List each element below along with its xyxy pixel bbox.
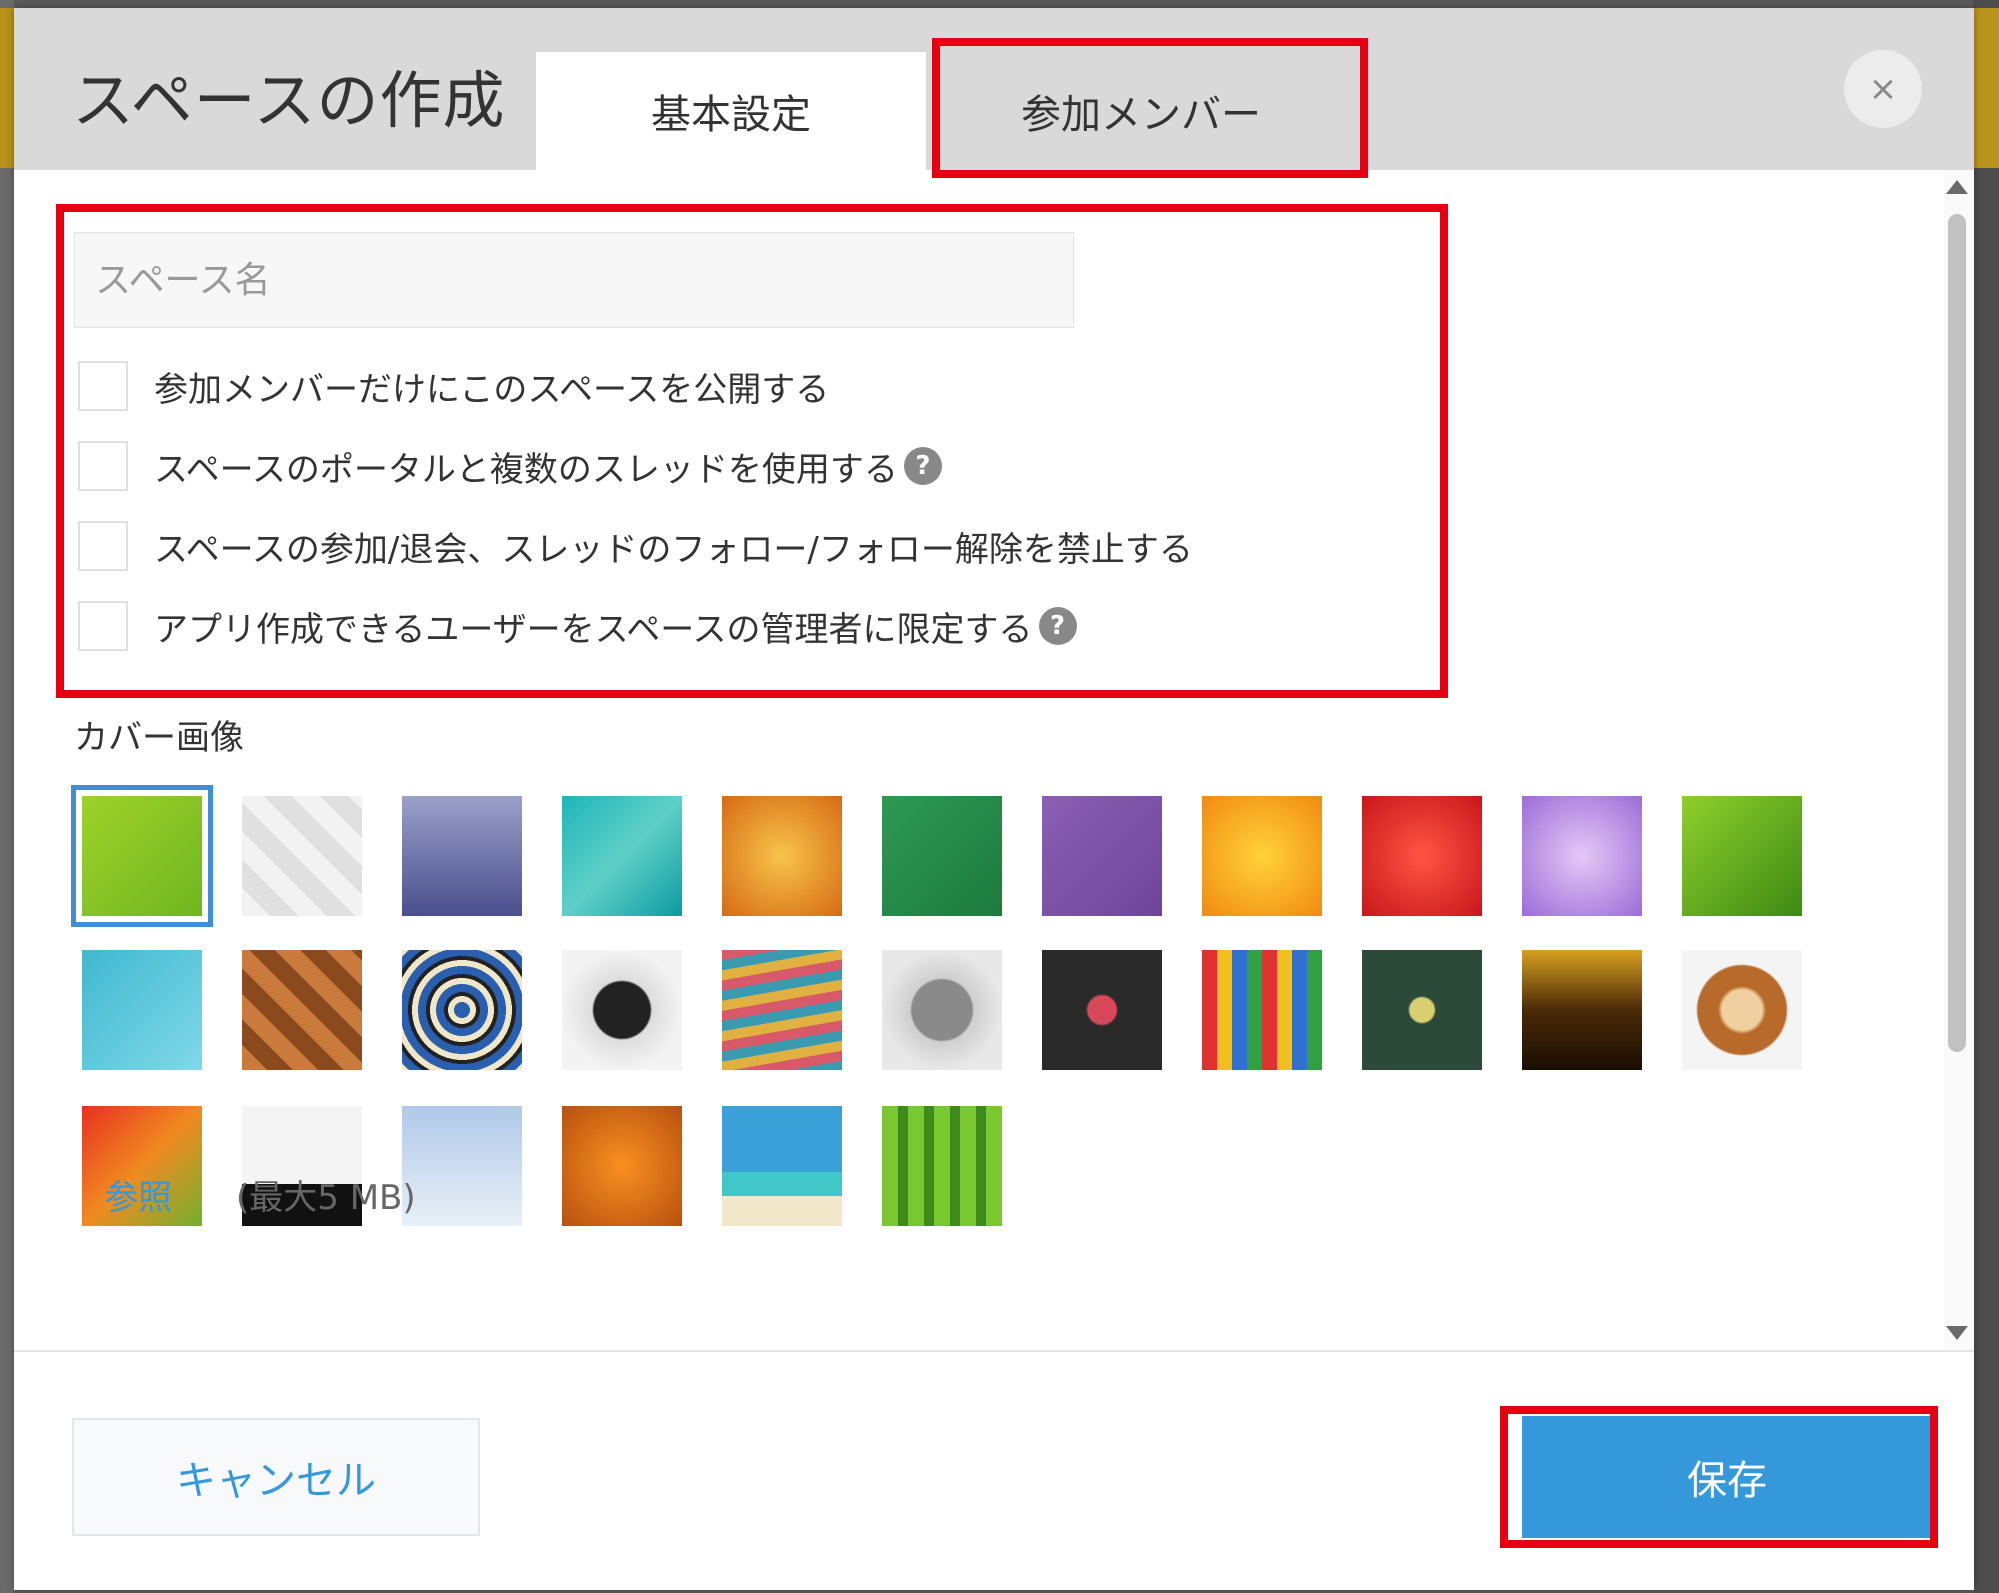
scrollbar-thumb[interactable] [1948,214,1966,1052]
dialog-title: スペースの作成 [72,64,506,137]
dialog-footer: キャンセル 保存 [14,1350,1974,1590]
cover-thumb-white-diamonds[interactable] [242,796,362,916]
option-label: スペースのポータルと複数のスレッドを使用する [154,449,898,490]
browse-link[interactable]: 参照 [104,1170,172,1219]
scroll-down-icon[interactable] [1946,1326,1968,1340]
close-button[interactable]: × [1844,50,1922,128]
create-space-dialog: スペースの作成 基本設定 参加メンバー × 参加メンバーだけにこのスペースを公開… [14,8,1974,1590]
checkbox-restrict-app-creation[interactable] [78,601,128,651]
tab-members[interactable]: 参加メンバー [926,52,1356,170]
cover-thumb-crayon-faces[interactable] [1202,950,1322,1070]
cover-thumb-mosaic-tiles[interactable] [402,950,522,1070]
cover-thumb-green-leaf[interactable] [1682,796,1802,916]
cover-thumb-pumpkins[interactable] [562,1106,682,1226]
cover-thumb-chalk-doodles[interactable] [1042,950,1162,1070]
checkbox-members-only[interactable] [78,361,128,411]
close-icon: × [1868,69,1898,109]
cover-thumb-orange-grunge[interactable] [722,796,842,916]
cover-thumb-teal-paint[interactable] [562,796,682,916]
cover-thumb-orange-lily[interactable] [1202,796,1322,916]
cover-thumb-wood-weave[interactable] [242,950,362,1070]
scroll-up-icon[interactable] [1946,180,1968,194]
checkbox-prohibit-join-leave[interactable] [78,521,128,571]
max-size-note: (最大5 MB) [236,1178,416,1218]
option-members-only[interactable]: 参加メンバーだけにこのスペースを公開する [78,356,829,416]
cover-thumb-notebooks[interactable] [722,950,842,1070]
background-banner-left [0,8,14,168]
cover-thumb-red-carnation[interactable] [1362,796,1482,916]
cover-thumb-palm-beach[interactable] [722,1106,842,1226]
cover-thumb-green-abstract[interactable] [71,785,213,927]
background-left [0,0,14,1593]
tab-basic-settings[interactable]: 基本設定 [536,52,926,170]
cover-thumb-lilac-flower[interactable] [1522,796,1642,916]
cancel-button[interactable]: キャンセル [72,1418,480,1536]
cover-thumb-lightbulb-chalkboard[interactable] [1362,950,1482,1070]
help-icon[interactable]: ? [1038,607,1077,645]
checkbox-portal-threads[interactable] [78,441,128,491]
cover-thumb-gear-blueprint[interactable] [882,950,1002,1070]
save-button[interactable]: 保存 [1522,1416,1932,1538]
cover-thumb-green-felt[interactable] [882,796,1002,916]
background-right [1973,0,1999,1593]
help-icon[interactable]: ? [903,447,942,485]
option-restrict-app-creation[interactable]: アプリ作成できるユーザーをスペースの管理者に限定する ? [78,596,1077,656]
option-prohibit-join-leave[interactable]: スペースの参加/退会、スレッドのフォロー/フォロー解除を禁止する [78,516,1193,576]
option-portal-threads[interactable]: スペースのポータルと複数のスレッドを使用する ? [78,436,942,496]
cover-thumb-purple-paper[interactable] [1042,796,1162,916]
cover-thumb-bamboo[interactable] [882,1106,1002,1226]
cover-thumb-lavender-gradient[interactable] [402,796,522,916]
cover-thumb-snowy-trees[interactable] [402,1106,522,1226]
option-label: アプリ作成できるユーザーをスペースの管理者に限定する [154,609,1033,650]
cover-thumb-blue-cubes[interactable] [82,950,202,1070]
cover-thumb-dark-gold-gradient[interactable] [1522,950,1642,1070]
cover-image-label: カバー画像 [74,718,244,758]
space-name-input[interactable] [74,232,1074,328]
cover-thumb-latte-art[interactable] [1682,950,1802,1070]
option-label: 参加メンバーだけにこのスペースを公開する [154,369,830,410]
dialog-header: スペースの作成 基本設定 参加メンバー × [14,8,1974,170]
background-banner-right [1973,8,1999,168]
cover-thumb-compass[interactable] [562,950,682,1070]
dialog-content: 参加メンバーだけにこのスペースを公開する スペースのポータルと複数のスレッドを使… [14,170,1944,1350]
option-label: スペースの参加/退会、スレッドのフォロー/フォロー解除を禁止する [154,529,1193,570]
